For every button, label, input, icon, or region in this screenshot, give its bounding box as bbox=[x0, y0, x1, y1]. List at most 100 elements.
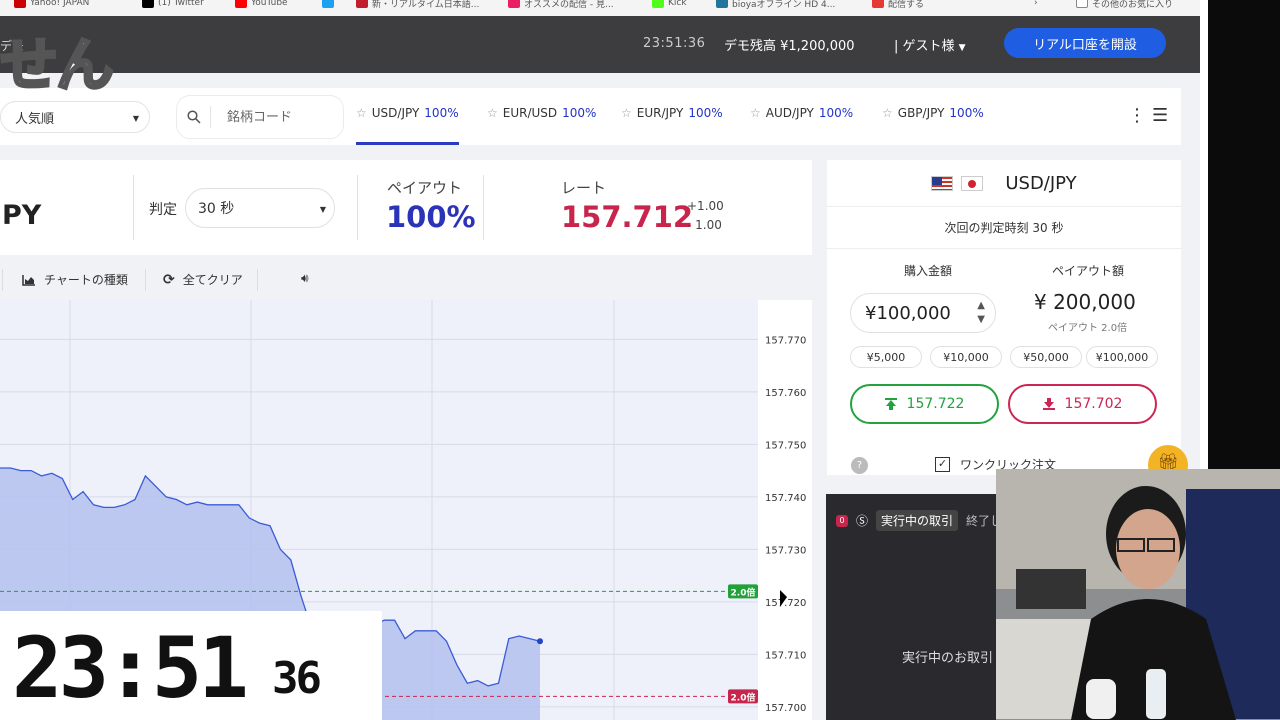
high-price: 157.722 bbox=[906, 396, 965, 412]
open-real-account-button[interactable]: リアル口座を開設 bbox=[1004, 28, 1166, 58]
y-tick-label: 157.730 bbox=[765, 545, 806, 556]
wordpress-icon bbox=[716, 0, 728, 8]
y-tick-label: 157.750 bbox=[765, 440, 806, 451]
amount-label: 購入金額 bbox=[904, 264, 953, 278]
yahoo-icon bbox=[14, 0, 26, 8]
arrow-up-icon bbox=[884, 398, 897, 410]
checkbox-checked-icon[interactable]: ✓ bbox=[935, 457, 950, 472]
folder-icon bbox=[1076, 0, 1088, 8]
judge-time-select[interactable]: 30 秒 ▼ bbox=[185, 188, 335, 228]
low-button[interactable]: 157.702 bbox=[1008, 384, 1157, 424]
payout-value: 100% bbox=[386, 200, 476, 234]
chart-icon bbox=[356, 0, 368, 8]
chart-type-button[interactable]: チャートの種類 bbox=[22, 271, 128, 288]
caret-down-icon: ▼ bbox=[958, 43, 966, 53]
amount-chip-100000[interactable]: ¥100,000 bbox=[1086, 346, 1158, 368]
tab-audjpy[interactable]: ☆ AUD/JPY 100% bbox=[750, 106, 853, 145]
amount-stepper[interactable]: ▲ ▼ bbox=[977, 299, 985, 327]
low-price: 157.702 bbox=[1064, 396, 1123, 412]
guest-menu[interactable]: | ゲスト様 ▼ bbox=[894, 35, 966, 54]
order-pair: USD/JPY bbox=[1005, 172, 1077, 194]
caret-down-icon: ▼ bbox=[132, 114, 139, 123]
help-icon[interactable]: ? bbox=[851, 457, 868, 474]
rate-down-offset: - 1.00 bbox=[687, 218, 722, 232]
bookmark-twitter[interactable]: (1) Twitter bbox=[142, 0, 204, 10]
chevron-right-icon: › bbox=[1034, 0, 1038, 8]
order-panel: USD/JPY 次回の判定時刻 30 秒 購入金額 ペイアウト額 ¥100,00… bbox=[827, 160, 1181, 475]
y-tick-label: 157.710 bbox=[765, 650, 806, 661]
symbol-search-input[interactable] bbox=[211, 109, 331, 125]
trade-info-bar: PY 判定 30 秒 ▼ ペイアウト 100% レート 157.712 +1.0… bbox=[0, 160, 812, 255]
bookmark-news[interactable]: 新・リアルタイム日本語... bbox=[356, 0, 479, 10]
clock-hours-minutes: 23:51 bbox=[12, 619, 249, 717]
amount-chip-5000[interactable]: ¥5,000 bbox=[850, 346, 922, 368]
sound-button[interactable]: 🔊︎ bbox=[301, 271, 309, 286]
running-trades-tab[interactable]: 実行中の取引 bbox=[876, 510, 959, 531]
star-icon[interactable]: ☆ bbox=[882, 106, 893, 120]
bookmark-twitter-bird[interactable] bbox=[322, 0, 334, 10]
clear-all-button[interactable]: ⟳ 全てクリア bbox=[163, 271, 243, 288]
trade-count-badge: 0 bbox=[836, 514, 848, 527]
demo-balance: デモ残高 ¥1,200,000 bbox=[724, 39, 855, 54]
star-icon[interactable]: ☆ bbox=[356, 106, 367, 120]
bookmark-youtube[interactable]: YouTube bbox=[235, 0, 288, 10]
arrow-up-icon[interactable]: ▲ bbox=[977, 300, 985, 311]
bookmark-streams[interactable]: オススメの配信 - 見... bbox=[508, 0, 614, 10]
window-edge-strip bbox=[1200, 0, 1208, 470]
bookmark-other[interactable]: その他のお気に入り bbox=[1076, 0, 1173, 10]
arrow-down-icon bbox=[1042, 398, 1055, 410]
chart-toolbar: チャートの種類 ⟳ 全てクリア 🔊︎ bbox=[0, 261, 812, 301]
bookmark-kick[interactable]: Kick bbox=[652, 0, 687, 10]
stream-text-overlay: せん bbox=[0, 30, 116, 101]
window-edge bbox=[1200, 0, 1280, 470]
y-tick-label: 157.700 bbox=[765, 703, 806, 714]
divider bbox=[483, 175, 484, 240]
jp-flag-icon bbox=[961, 175, 984, 191]
divider bbox=[357, 175, 358, 240]
tab-pair: AUD/JPY bbox=[765, 106, 814, 120]
search-icon[interactable] bbox=[177, 106, 211, 128]
payout-multiplier: ペイアウト 2.0倍 bbox=[1048, 323, 1128, 334]
symbol-search bbox=[176, 95, 344, 139]
star-icon[interactable]: ☆ bbox=[487, 106, 498, 120]
rate-label: レート bbox=[561, 179, 607, 197]
payout-label: ペイアウト bbox=[387, 179, 463, 197]
more-vertical-icon[interactable]: ⋮ bbox=[1128, 105, 1146, 126]
amount-input[interactable]: ¥100,000 ▲ ▼ bbox=[850, 293, 996, 333]
screen: Yahoo! JAPAN (1) Twitter YouTube 新・リアルタイ… bbox=[0, 0, 1280, 720]
y-tick-label: 157.770 bbox=[765, 335, 806, 346]
x-icon bbox=[142, 0, 154, 8]
bookmark-broadcast[interactable]: 配信する bbox=[872, 0, 924, 10]
selected-pair: PY bbox=[2, 200, 42, 231]
bookmark-overflow-chevron[interactable]: › bbox=[1034, 0, 1038, 10]
tab-payout: 100% bbox=[424, 106, 459, 120]
arrow-down-icon[interactable]: ▼ bbox=[977, 314, 985, 325]
tab-menu: ⋮ ☰ bbox=[1128, 105, 1168, 126]
stream-clock-overlay: 23:51 36 bbox=[0, 611, 382, 720]
amount-chip-50000[interactable]: ¥50,000 bbox=[1010, 346, 1082, 368]
tab-eurusd[interactable]: ☆ EUR/USD 100% bbox=[487, 106, 596, 145]
bookmark-yahoo[interactable]: Yahoo! JAPAN bbox=[14, 0, 89, 10]
bookmark-wordpress[interactable]: bioyaオフライン HD 4... bbox=[716, 0, 835, 10]
tab-payout: 100% bbox=[562, 106, 597, 120]
tab-eurjpy[interactable]: ☆ EUR/JPY 100% bbox=[621, 106, 723, 145]
star-icon[interactable]: ☆ bbox=[750, 106, 761, 120]
rate-up-offset: +1.00 bbox=[687, 199, 724, 213]
kick-icon bbox=[652, 0, 664, 8]
amount-chip-10000[interactable]: ¥10,000 bbox=[930, 346, 1002, 368]
high-button[interactable]: 157.722 bbox=[850, 384, 999, 424]
divider bbox=[145, 269, 146, 291]
bookmarks-bar: Yahoo! JAPAN (1) Twitter YouTube 新・リアルタイ… bbox=[0, 0, 1200, 16]
tab-gbpjpy[interactable]: ☆ GBP/JPY 100% bbox=[882, 106, 984, 145]
tab-usdjpy[interactable]: ☆ USD/JPY 100% bbox=[356, 106, 459, 145]
tab-payout: 100% bbox=[949, 106, 984, 120]
tab-pair: USD/JPY bbox=[371, 106, 420, 120]
tab-payout: 100% bbox=[688, 106, 723, 120]
refresh-icon: ⟳ bbox=[163, 271, 175, 288]
running-trades-header: 0 Ⓢ 実行中の取引 終了し bbox=[836, 510, 1002, 531]
star-icon[interactable]: ☆ bbox=[621, 106, 632, 120]
no-trades-message: 実行中のお取引 bbox=[902, 651, 994, 666]
clear-all-label: 全てクリア bbox=[182, 273, 243, 287]
hamburger-icon[interactable]: ☰ bbox=[1152, 105, 1168, 126]
tab-pair: GBP/JPY bbox=[897, 106, 945, 120]
